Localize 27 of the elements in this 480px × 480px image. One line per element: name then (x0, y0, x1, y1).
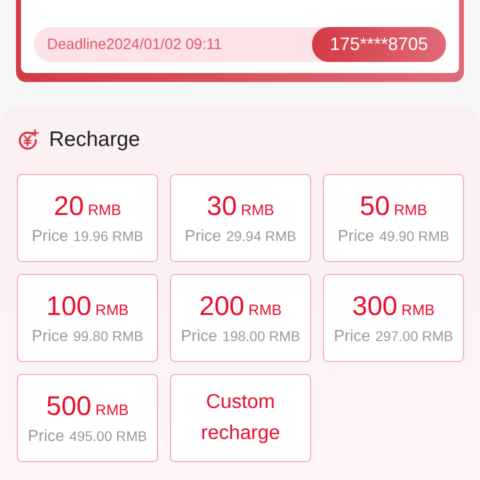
recharge-option[interactable]: 200 RMB Price 198.00 RMB (170, 274, 311, 362)
amount-text: 50 RMB (360, 190, 428, 222)
price-text: Price 297.00 RMB (334, 328, 454, 346)
price-text: Price 99.80 RMB (32, 328, 144, 346)
recharge-option[interactable]: 30 RMB Price 29.94 RMB (170, 174, 311, 262)
amount-text: 30 RMB (206, 190, 274, 222)
recharge-option[interactable]: Custom recharge (170, 374, 311, 462)
price-text: Price 29.94 RMB (184, 228, 296, 246)
price-text: Price 19.96 RMB (32, 228, 144, 246)
recharge-option[interactable]: 300 RMB Price 297.00 RMB (323, 274, 464, 362)
phone-number: 175****8705 (312, 27, 446, 62)
recharge-option[interactable]: 500 RMB Price 495.00 RMB (17, 374, 158, 462)
deadline-text: Deadline2024/01/02 09:11 (46, 36, 222, 53)
price-text: Price 495.00 RMB (28, 428, 148, 446)
recharge-option[interactable]: 20 RMB Price 19.96 RMB (17, 174, 158, 262)
amount-text: 500 RMB (46, 390, 129, 422)
amount-text: 100 RMB (46, 290, 129, 322)
price-text: Price 49.90 RMB (338, 228, 450, 246)
recharge-option[interactable]: 100 RMB Price 99.80 RMB (17, 274, 158, 362)
yuan-plus-icon (17, 129, 39, 151)
custom-recharge-text: Custom recharge (200, 390, 281, 446)
amount-text: 20 RMB (54, 190, 122, 222)
amount-text: 300 RMB (352, 290, 435, 322)
section-title: Recharge (49, 128, 140, 152)
recharge-option[interactable]: 50 RMB Price 49.90 RMB (323, 174, 464, 262)
price-text: Price 198.00 RMB (180, 328, 300, 346)
amount-text: 200 RMB (199, 290, 282, 322)
